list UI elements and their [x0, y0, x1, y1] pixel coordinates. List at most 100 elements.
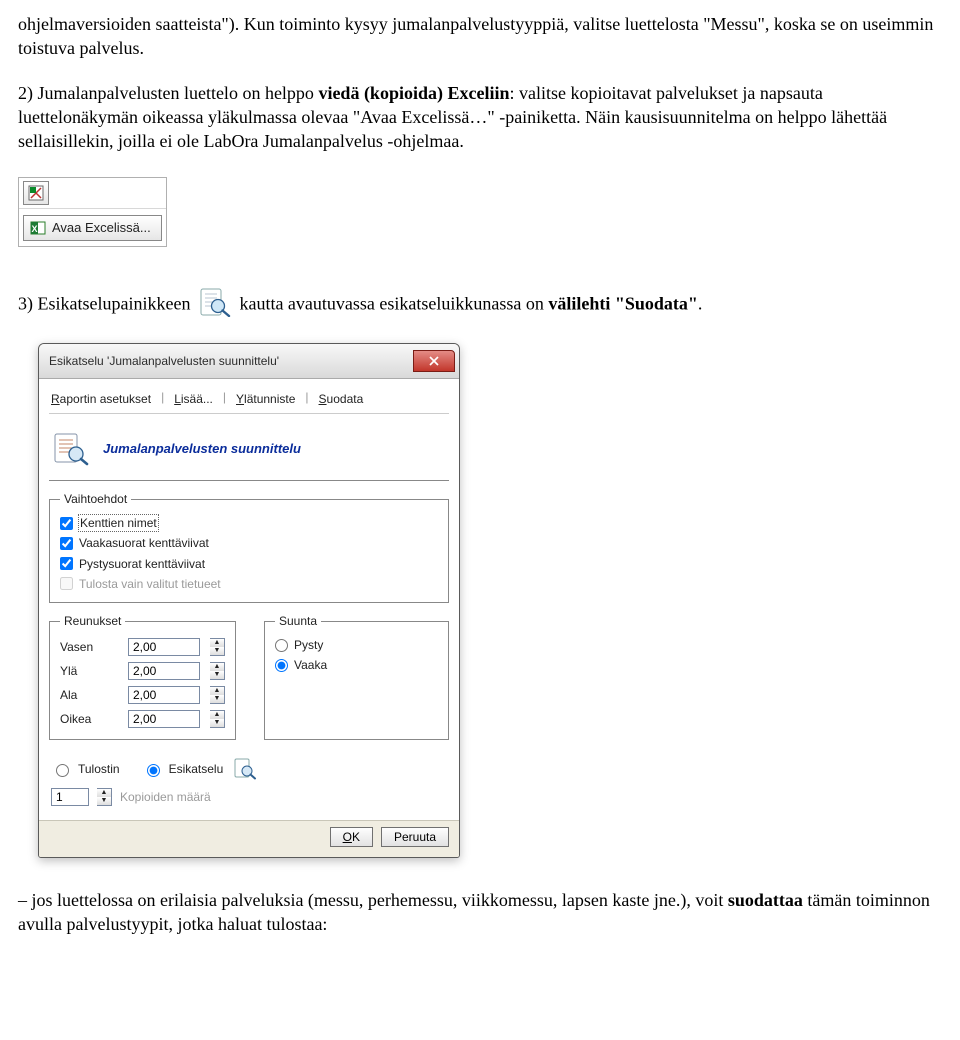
checkbox-vertical-lines[interactable]: Pystysuorat kenttäviivat [60, 554, 438, 574]
tab-separator: | [161, 389, 164, 409]
tab-header-label: lätunniste [244, 392, 295, 406]
tab-add[interactable]: Lisää... [172, 389, 215, 409]
ok-button[interactable]: OK [330, 827, 373, 847]
open-in-excel-button[interactable]: X Avaa Excelissä... [23, 215, 162, 241]
tab-filter[interactable]: Suodata [317, 389, 366, 409]
spinner[interactable]: ▲▼ [210, 710, 225, 728]
preview-dialog: Esikatselu 'Jumalanpalvelusten suunnitte… [38, 343, 460, 858]
options-groupbox: Vaihtoehdot Kenttien nimet Vaakasuorat k… [49, 491, 449, 603]
margins-direction-row: Reunukset Vasen ▲▼ Ylä ▲▼ Ala ▲▼ [49, 613, 449, 750]
checkbox-horizontal-lines-label: Vaakasuorat kenttäviivat [79, 535, 209, 551]
dialog-button-row: OK Peruuta [39, 820, 459, 857]
p4-lead: – jos luettelossa on erilaisia palveluks… [18, 890, 728, 910]
radio-printer-label: Tulostin [78, 761, 120, 777]
copies-label: Kopioiden määrä [120, 789, 211, 805]
checkbox-field-names-label: Kenttien nimet [79, 515, 158, 531]
radio-printer[interactable]: Tulostin [51, 761, 120, 777]
checkbox-print-selected-input [60, 577, 73, 590]
p2-lead: 2) Jumalanpalvelusten luettelo on helppo [18, 83, 318, 103]
p3-end: . [698, 293, 703, 313]
margin-left-row: Vasen ▲▼ [60, 635, 225, 659]
margin-left-input[interactable] [128, 638, 200, 656]
close-button[interactable] [413, 350, 455, 372]
checkbox-vertical-lines-input[interactable] [60, 557, 73, 570]
paragraph-1-text: ohjelmaversioiden saatteista"). Kun toim… [18, 14, 933, 58]
chevron-down-icon: ▼ [210, 719, 224, 727]
tab-add-label: isää... [181, 392, 213, 406]
preview-button-icon-inline [198, 287, 232, 323]
margin-left-label: Vasen [60, 639, 118, 655]
chevron-down-icon: ▼ [210, 671, 224, 679]
spinner[interactable]: ▲▼ [210, 686, 225, 704]
radio-preview-input[interactable] [147, 764, 160, 777]
margin-bottom-input[interactable] [128, 686, 200, 704]
margin-right-row: Oikea ▲▼ [60, 707, 225, 731]
chevron-up-icon: ▲ [210, 711, 224, 719]
preview-magnifier-icon [198, 287, 232, 317]
checkbox-horizontal-lines-input[interactable] [60, 537, 73, 550]
excel-button-screenshot: X Avaa Excelissä... [18, 177, 167, 246]
radio-landscape-label: Vaaka [294, 657, 327, 673]
margin-top-label: Ylä [60, 663, 118, 679]
direction-groupbox: Suunta Pysty Vaaka [264, 613, 449, 740]
p3-mid: kautta avautuvassa esikatseluikkunassa o… [239, 293, 548, 313]
close-icon [429, 356, 439, 366]
chevron-down-icon: ▼ [97, 797, 111, 805]
p2-bold: viedä (kopioida) Exceliin [318, 83, 509, 103]
excel-row-top [19, 178, 166, 209]
broken-image-icon [28, 185, 44, 201]
radio-portrait-input[interactable] [275, 639, 288, 652]
radio-preview-label: Esikatselu [169, 761, 224, 777]
radio-preview[interactable]: Esikatselu [142, 758, 258, 780]
p4-bold: suodattaa [728, 890, 803, 910]
radio-printer-input[interactable] [56, 764, 69, 777]
chevron-up-icon: ▲ [210, 687, 224, 695]
radio-portrait[interactable]: Pysty [275, 635, 438, 655]
paragraph-3: 3) Esikatselupainikkeen kautta avautuvas… [18, 287, 942, 323]
copies-input[interactable] [51, 788, 89, 806]
checkbox-print-selected: Tulosta vain valitut tietueet [60, 574, 438, 594]
margin-right-label: Oikea [60, 711, 118, 727]
spinner[interactable]: ▲▼ [97, 788, 112, 806]
checkbox-field-names[interactable]: Kenttien nimet [60, 513, 438, 533]
tab-separator: | [223, 389, 226, 409]
margin-bottom-label: Ala [60, 687, 118, 703]
dialog-section-title: Jumalanpalvelusten suunnittelu [103, 440, 301, 458]
direction-legend: Suunta [275, 613, 321, 629]
radio-landscape[interactable]: Vaaka [275, 655, 438, 675]
margin-top-input[interactable] [128, 662, 200, 680]
margin-bottom-row: Ala ▲▼ [60, 683, 225, 707]
spinner[interactable]: ▲▼ [210, 662, 225, 680]
margin-top-row: Ylä ▲▼ [60, 659, 225, 683]
p3-lead: 3) Esikatselupainikkeen [18, 293, 195, 313]
radio-portrait-label: Pysty [294, 637, 323, 653]
dialog-inner-header: Jumalanpalvelusten suunnittelu [49, 414, 449, 481]
generic-toolbar-button[interactable] [23, 181, 49, 205]
chevron-down-icon: ▼ [210, 695, 224, 703]
excel-icon: X [30, 220, 46, 236]
chevron-down-icon: ▼ [210, 647, 224, 655]
tab-separator: | [305, 389, 308, 409]
excel-row-bottom: X Avaa Excelissä... [19, 209, 166, 245]
chevron-up-icon: ▲ [97, 789, 111, 797]
options-legend: Vaihtoehdot [60, 491, 131, 507]
paragraph-1: ohjelmaversioiden saatteista"). Kun toim… [18, 12, 942, 61]
margins-legend: Reunukset [60, 613, 125, 629]
p3-bold: välilehti "Suodata" [548, 293, 698, 313]
preview-magnifier-icon [233, 758, 257, 780]
radio-landscape-input[interactable] [275, 659, 288, 672]
paragraph-4: – jos luettelossa on erilaisia palveluks… [18, 888, 942, 937]
copies-row: ▲▼ Kopioiden määrä [49, 784, 449, 818]
dialog-body: Raportin asetukset | Lisää... | Ylätunni… [39, 379, 459, 820]
output-target-row: Tulostin Esikatselu [49, 750, 449, 784]
spinner[interactable]: ▲▼ [210, 638, 225, 656]
tab-report-settings[interactable]: Raportin asetukset [49, 389, 153, 409]
dialog-tabs: Raportin asetukset | Lisää... | Ylätunni… [49, 385, 449, 414]
cancel-button[interactable]: Peruuta [381, 827, 449, 847]
checkbox-field-names-input[interactable] [60, 517, 73, 530]
tab-header[interactable]: Ylätunniste [234, 389, 297, 409]
preview-dialog-screenshot: Esikatselu 'Jumalanpalvelusten suunnitte… [38, 343, 942, 858]
checkbox-horizontal-lines[interactable]: Vaakasuorat kenttäviivat [60, 533, 438, 553]
margin-right-input[interactable] [128, 710, 200, 728]
tab-report-settings-label: aportin asetukset [60, 392, 151, 406]
